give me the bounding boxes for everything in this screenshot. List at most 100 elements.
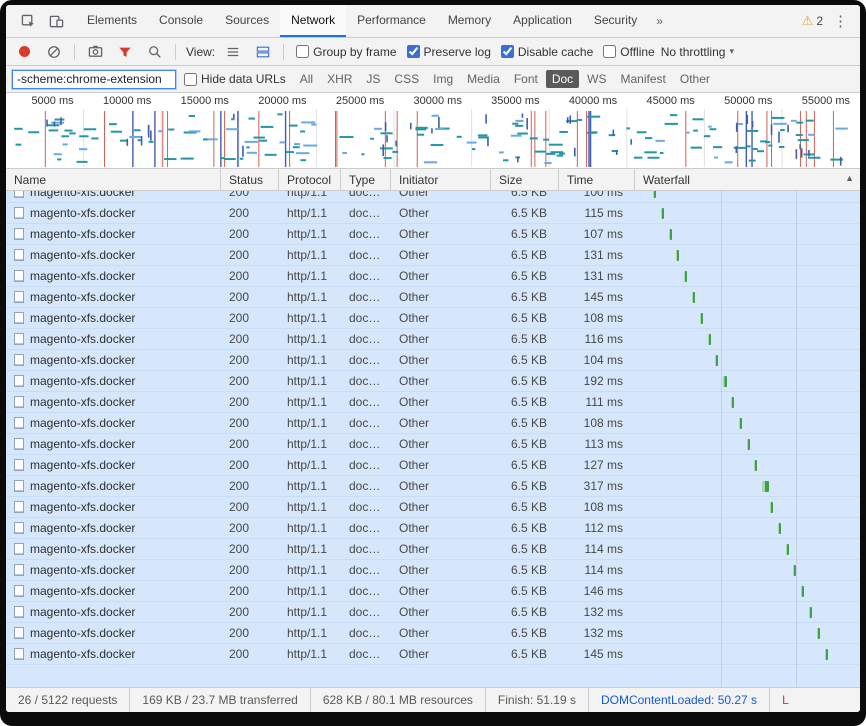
table-row[interactable]: magento-xfs.docker200http/1.1doc…Other6.… [6,539,860,560]
filter-type-xhr[interactable]: XHR [321,70,358,88]
preserve-log-box[interactable] [407,45,420,58]
request-name-cell[interactable]: magento-xfs.docker [6,371,221,391]
search-icon[interactable] [143,40,167,64]
table-row[interactable]: magento-xfs.docker200http/1.1doc…Other6.… [6,497,860,518]
request-name-cell[interactable]: magento-xfs.docker [6,497,221,517]
table-row[interactable]: magento-xfs.docker200http/1.1doc…Other6.… [6,350,860,371]
request-name-cell[interactable]: magento-xfs.docker [6,644,221,664]
request-name-cell[interactable]: magento-xfs.docker [6,392,221,412]
request-name-cell[interactable]: magento-xfs.docker [6,434,221,454]
request-name-cell[interactable]: magento-xfs.docker [6,350,221,370]
filter-type-other[interactable]: Other [674,70,716,88]
column-header-time[interactable]: Time [559,169,635,190]
tab-overflow-chevron[interactable]: » [648,14,671,28]
tab-elements[interactable]: Elements [76,5,148,37]
time-cell: 107 ms [559,224,635,244]
table-row[interactable]: magento-xfs.docker200http/1.1doc…Other6.… [6,623,860,644]
table-row[interactable]: magento-xfs.docker200http/1.1doc…Other6.… [6,581,860,602]
disable-cache-checkbox[interactable]: Disable cache [501,45,593,59]
request-name-cell[interactable]: magento-xfs.docker [6,518,221,538]
table-row[interactable]: magento-xfs.docker200http/1.1doc…Other6.… [6,245,860,266]
kebab-menu-icon[interactable]: ⋮ [829,12,852,30]
request-name-cell[interactable]: magento-xfs.docker [6,539,221,559]
table-row[interactable]: magento-xfs.docker200http/1.1doc…Other6.… [6,329,860,350]
filter-type-media[interactable]: Media [461,70,506,88]
request-name-cell[interactable]: magento-xfs.docker [6,602,221,622]
tab-sources[interactable]: Sources [214,5,280,37]
filter-icon[interactable] [113,40,137,64]
filter-type-all[interactable]: All [294,70,319,88]
request-name-cell[interactable]: magento-xfs.docker [6,245,221,265]
tab-console[interactable]: Console [148,5,214,37]
column-header-initiator[interactable]: Initiator [391,169,491,190]
record-button[interactable] [12,40,36,64]
clear-button[interactable] [42,40,66,64]
table-row[interactable]: magento-xfs.docker200http/1.1doc…Other6.… [6,392,860,413]
network-overview-timeline[interactable]: 5000 ms10000 ms15000 ms20000 ms25000 ms3… [6,93,860,169]
inspect-element-icon[interactable] [16,9,40,33]
request-table-viewport[interactable]: magento-xfs.docker200http/1.1doc…Other6.… [6,191,860,687]
tab-performance[interactable]: Performance [346,5,437,37]
table-row[interactable]: magento-xfs.docker200http/1.1doc…Other6.… [6,203,860,224]
request-name-cell[interactable]: magento-xfs.docker [6,623,221,643]
request-name-cell[interactable]: magento-xfs.docker [6,287,221,307]
column-header-name[interactable]: Name [6,169,221,190]
table-row[interactable]: magento-xfs.docker200http/1.1doc…Other6.… [6,224,860,245]
table-row[interactable]: magento-xfs.docker200http/1.1doc…Other6.… [6,560,860,581]
table-row[interactable]: magento-xfs.docker200http/1.1doc…Other6.… [6,371,860,392]
filter-type-img[interactable]: Img [427,70,459,88]
tab-application[interactable]: Application [502,5,583,37]
offline-checkbox[interactable]: Offline [603,45,654,59]
request-name-cell[interactable]: magento-xfs.docker [6,560,221,580]
table-row[interactable]: magento-xfs.docker200http/1.1doc…Other6.… [6,413,860,434]
request-name-cell[interactable]: magento-xfs.docker [6,413,221,433]
table-row[interactable]: magento-xfs.docker200http/1.1doc…Other6.… [6,308,860,329]
filter-type-font[interactable]: Font [508,70,544,88]
table-row[interactable]: magento-xfs.docker200http/1.1doc…Other6.… [6,602,860,623]
table-row[interactable]: magento-xfs.docker200http/1.1doc…Other6.… [6,455,860,476]
table-row[interactable]: magento-xfs.docker200http/1.1doc…Other6.… [6,191,860,203]
request-name-cell[interactable]: magento-xfs.docker [6,224,221,244]
request-name-cell[interactable]: magento-xfs.docker [6,455,221,475]
group-by-frame-checkbox[interactable]: Group by frame [296,45,396,59]
group-by-frame-box[interactable] [296,45,309,58]
preserve-log-checkbox[interactable]: Preserve log [407,45,491,59]
column-header-size[interactable]: Size [491,169,559,190]
table-row[interactable]: magento-xfs.docker200http/1.1doc…Other6.… [6,476,860,497]
hide-data-urls-checkbox[interactable]: Hide data URLs [184,72,286,86]
view-list-icon[interactable] [221,40,245,64]
request-name-cell[interactable]: magento-xfs.docker [6,308,221,328]
screenshot-capture-icon[interactable] [83,40,107,64]
request-name-cell[interactable]: magento-xfs.docker [6,476,221,496]
hide-data-urls-box[interactable] [184,73,197,86]
column-header-waterfall[interactable]: Waterfall [635,169,860,190]
request-name-cell[interactable]: magento-xfs.docker [6,203,221,223]
tab-security[interactable]: Security [583,5,648,37]
table-row[interactable]: magento-xfs.docker200http/1.1doc…Other6.… [6,266,860,287]
request-name-cell[interactable]: magento-xfs.docker [6,266,221,286]
throttling-select[interactable]: No throttling ▾ [661,45,734,59]
tab-memory[interactable]: Memory [437,5,502,37]
filter-type-manifest[interactable]: Manifest [615,70,672,88]
disable-cache-box[interactable] [501,45,514,58]
request-name-cell[interactable]: magento-xfs.docker [6,581,221,601]
offline-box[interactable] [603,45,616,58]
filter-type-js[interactable]: JS [360,70,386,88]
column-header-protocol[interactable]: Protocol [279,169,341,190]
table-row[interactable]: magento-xfs.docker200http/1.1doc…Other6.… [6,434,860,455]
warning-badge[interactable]: ⚠ 2 [802,13,823,29]
column-header-status[interactable]: Status [221,169,279,190]
filter-type-doc[interactable]: Doc [546,70,579,88]
view-large-rows-icon[interactable] [251,40,275,64]
table-row[interactable]: magento-xfs.docker200http/1.1doc…Other6.… [6,644,860,665]
device-toolbar-icon[interactable] [44,9,68,33]
filter-type-css[interactable]: CSS [388,70,425,88]
table-row[interactable]: magento-xfs.docker200http/1.1doc…Other6.… [6,518,860,539]
filter-type-ws[interactable]: WS [581,70,612,88]
column-header-type[interactable]: Type [341,169,391,190]
tab-network[interactable]: Network [280,5,346,37]
request-name-cell[interactable]: magento-xfs.docker [6,191,221,202]
request-name-cell[interactable]: magento-xfs.docker [6,329,221,349]
filter-input[interactable] [12,70,176,89]
table-row[interactable]: magento-xfs.docker200http/1.1doc…Other6.… [6,287,860,308]
